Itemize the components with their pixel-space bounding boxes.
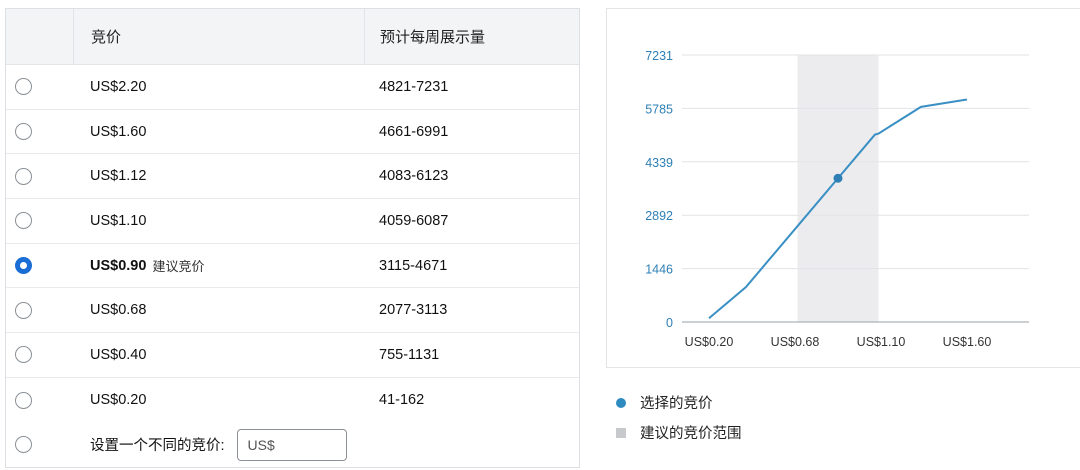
selected-bid-dot-icon — [616, 397, 626, 408]
selected-bid-point — [833, 173, 843, 183]
custom-bid-input[interactable] — [236, 428, 347, 461]
custom-bid-row: 设置一个不同的竞价: — [6, 423, 579, 468]
bid-value: US$0.68 — [90, 302, 147, 319]
impressions-value: 3115-4671 — [379, 257, 448, 274]
x-tick-label: US$0.20 — [685, 335, 734, 349]
bid-radio[interactable] — [15, 212, 32, 230]
impressions-value: 4059-6087 — [379, 212, 449, 229]
y-tick-label: 5785 — [645, 102, 673, 116]
header-impressions: 预计每周展示量 — [380, 29, 486, 46]
bid-value: US$1.12 — [90, 168, 147, 185]
y-tick-label: 4339 — [645, 156, 673, 170]
x-tick-label: US$0.68 — [771, 335, 820, 349]
bid-value: US$0.20 — [90, 392, 147, 409]
custom-bid-radio[interactable] — [15, 436, 32, 454]
legend-range-label: 建议的竞价范围 — [640, 426, 742, 442]
line-chart-svg: 0 1446 2892 4339 5785 7231 US$0.20 US$0.68 US$1.… — [645, 49, 1029, 349]
bid-value: US$2.20 — [90, 78, 147, 95]
y-tick-label: 1446 — [645, 263, 673, 277]
legend-selected-bid: 选择的竞价 — [616, 392, 713, 413]
impressions-chart: 0 1446 2892 4339 5785 7231 US$0.20 US$0.68 US$1.… — [606, 8, 1080, 368]
bid-value: US$0.40 — [90, 346, 147, 363]
bid-radio[interactable] — [15, 346, 32, 364]
bid-value: US$1.10 — [90, 212, 147, 229]
custom-bid-label: 设置一个不同的竞价: — [90, 438, 225, 455]
bid-radio[interactable] — [15, 167, 32, 185]
bid-radio[interactable] — [15, 391, 32, 409]
table-row[interactable]: US$0.40 755-1131 — [6, 333, 579, 378]
y-tick-label: 2892 — [645, 209, 673, 223]
table-body: US$2.20 4821-7231 US$1.60 4661-6991 US$1.12 4… — [6, 65, 579, 423]
suggested-range-band — [797, 55, 879, 322]
legend-suggested-range: 建议的竞价范围 — [616, 422, 742, 443]
table-row[interactable]: US$1.10 4059-6087 — [6, 199, 579, 244]
impressions-value: 4661-6991 — [379, 123, 449, 140]
suggested-bid-tag: 建议竞价 — [152, 259, 205, 275]
bid-value: US$0.90 — [90, 257, 147, 274]
table-row[interactable]: US$1.60 4661-6991 — [6, 110, 579, 155]
table-row[interactable]: US$0.90 建议竞价 3115-4671 — [6, 244, 579, 289]
table-header: 竞价 预计每周展示量 — [6, 9, 579, 65]
impressions-value: 2077-3113 — [379, 302, 448, 319]
table-row[interactable]: US$1.12 4083-6123 — [6, 154, 579, 200]
y-tick-label: 0 — [666, 316, 673, 330]
table-row[interactable]: US$2.20 4821-7231 — [6, 65, 579, 110]
impressions-value: 755-1131 — [379, 346, 440, 363]
y-tick-label: 7231 — [645, 49, 673, 63]
impressions-value: 41-162 — [379, 392, 425, 409]
bid-radio[interactable] — [15, 257, 32, 275]
legend-selected-label: 选择的竞价 — [640, 396, 713, 412]
bid-radio[interactable] — [15, 78, 32, 96]
bid-radio[interactable] — [15, 123, 32, 141]
bid-radio[interactable] — [15, 301, 32, 319]
bid-value: US$1.60 — [90, 123, 147, 140]
table-row[interactable]: US$0.68 2077-3113 — [6, 288, 579, 334]
suggested-range-square-icon — [616, 427, 626, 438]
impressions-value: 4083-6123 — [379, 168, 449, 185]
x-tick-label: US$1.60 — [943, 335, 992, 349]
table-row[interactable]: US$0.20 41-162 — [6, 378, 579, 423]
header-bid: 竞价 — [74, 9, 365, 64]
impressions-value: 4821-7231 — [379, 78, 449, 95]
bid-table: 竞价 预计每周展示量 US$2.20 4821-7231 US$1.60 4661-6… — [5, 8, 580, 468]
x-tick-label: US$1.10 — [857, 335, 906, 349]
header-select-column — [6, 9, 74, 64]
